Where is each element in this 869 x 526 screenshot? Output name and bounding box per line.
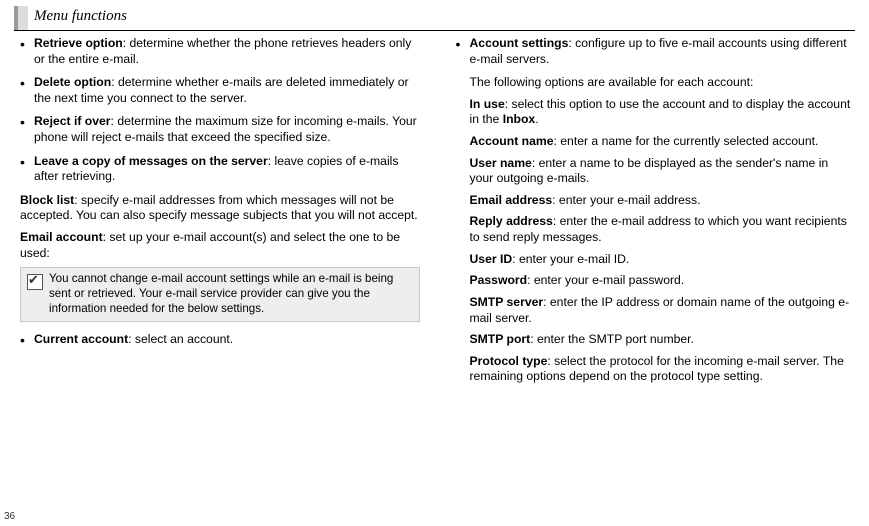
available-options-text: The following options are available for … [456, 75, 856, 91]
account-settings-list: Account settings: configure up to five e… [456, 36, 856, 67]
left-column: Retrieve option: determine whether the p… [20, 36, 438, 508]
option-account-name: Account name: enter a name for the curre… [456, 134, 856, 150]
term: User name [470, 156, 532, 170]
term: Reject if over [34, 114, 111, 128]
term: SMTP port [470, 332, 531, 346]
desc: : enter the SMTP port number. [530, 332, 694, 346]
list-item: Leave a copy of messages on the server: … [20, 154, 420, 185]
checkbox-icon [27, 274, 43, 290]
desc: : enter your e-mail address. [552, 193, 700, 207]
option-protocol-type: Protocol type: select the protocol for t… [456, 354, 856, 385]
page-number: 36 [4, 511, 15, 522]
header-accent-bar [14, 6, 28, 30]
page-header: Menu functions [0, 0, 869, 32]
term: Delete option [34, 75, 111, 89]
term: Email account [20, 230, 103, 244]
term: Account settings [470, 36, 569, 50]
term: In use [470, 97, 505, 111]
term: Account name [470, 134, 554, 148]
block-list-entry: Block list: specify e-mail addresses fro… [20, 193, 420, 224]
desc: : enter your e-mail password. [527, 273, 684, 287]
option-email-address: Email address: enter your e-mail address… [456, 193, 856, 209]
current-account-list: Current account: select an account. [20, 332, 420, 348]
term: Protocol type [470, 354, 548, 368]
note-text: You cannot change e-mail account setting… [49, 272, 413, 316]
list-item: Delete option: determine whether e-mails… [20, 75, 420, 106]
term: Retrieve option [34, 36, 123, 50]
page: Menu functions Retrieve option: determin… [0, 0, 869, 526]
header-title: Menu functions [34, 6, 127, 25]
content-columns: Retrieve option: determine whether the p… [20, 36, 855, 508]
desc: : enter a name for the currently selecte… [553, 134, 818, 148]
option-password: Password: enter your e-mail password. [456, 273, 856, 289]
desc: : specify e-mail addresses from which me… [20, 193, 418, 223]
option-reply-address: Reply address: enter the e-mail address … [456, 214, 856, 245]
option-list: Retrieve option: determine whether the p… [20, 36, 420, 185]
term: Password [470, 273, 528, 287]
term: Email address [470, 193, 553, 207]
list-item: Reject if over: determine the maximum si… [20, 114, 420, 145]
term: Block list [20, 193, 74, 207]
inbox-label: Inbox [503, 112, 536, 126]
list-item: Current account: select an account. [20, 332, 420, 348]
option-user-id: User ID: enter your e-mail ID. [456, 252, 856, 268]
list-item: Retrieve option: determine whether the p… [20, 36, 420, 67]
term: Leave a copy of messages on the server [34, 154, 268, 168]
term: User ID [470, 252, 513, 266]
option-smtp-port: SMTP port: enter the SMTP port number. [456, 332, 856, 348]
right-column: Account settings: configure up to five e… [438, 36, 856, 508]
note-box: You cannot change e-mail account setting… [20, 267, 420, 321]
desc: : select an account. [128, 332, 233, 346]
header-underline [14, 30, 855, 31]
desc-tail: . [535, 112, 538, 126]
option-user-name: User name: enter a name to be displayed … [456, 156, 856, 187]
term: SMTP server [470, 295, 544, 309]
option-in-use: In use: select this option to use the ac… [456, 97, 856, 128]
term: Reply address [470, 214, 553, 228]
desc: : enter your e-mail ID. [512, 252, 629, 266]
option-smtp-server: SMTP server: enter the IP address or dom… [456, 295, 856, 326]
email-account-entry: Email account: set up your e-mail accoun… [20, 230, 420, 261]
term: Current account [34, 332, 128, 346]
list-item: Account settings: configure up to five e… [456, 36, 856, 67]
